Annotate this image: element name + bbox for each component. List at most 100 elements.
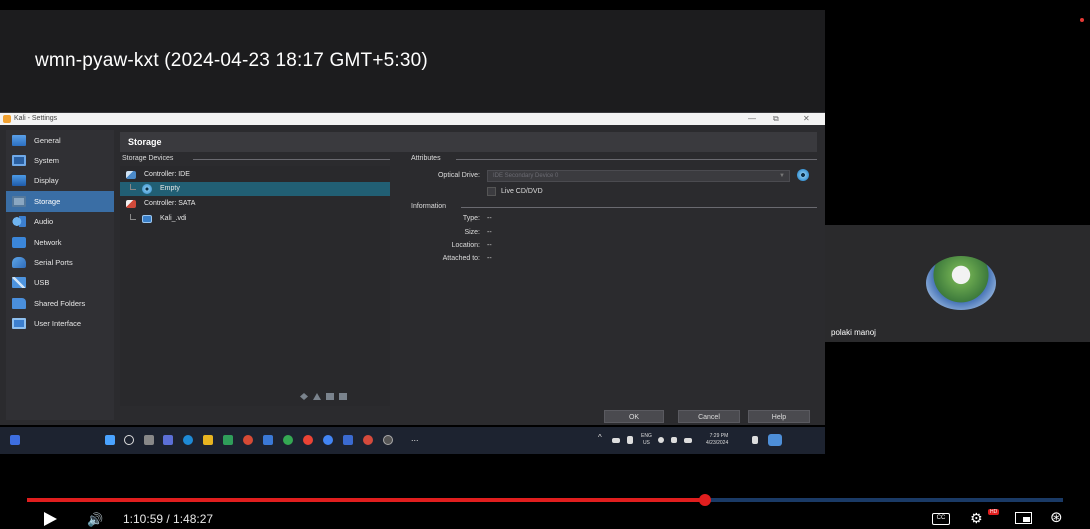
chrome-icon[interactable] <box>303 435 313 445</box>
play-icon[interactable] <box>44 512 57 526</box>
add-attachment-icon[interactable] <box>300 393 308 400</box>
window-titlebar: Kali - Settings — ⧉ ✕ <box>0 113 825 125</box>
hd-badge: HD <box>988 509 1000 515</box>
tree-row-controller-ide[interactable]: Controller: IDE <box>120 168 390 182</box>
battery-icon[interactable] <box>684 438 692 443</box>
progress-bar[interactable] <box>27 494 1063 506</box>
app-icon[interactable] <box>363 435 373 445</box>
captions-button[interactable]: CC <box>932 513 950 525</box>
info-location-label: Location: <box>451 242 480 249</box>
remove-controller-icon[interactable] <box>339 393 347 400</box>
virtualbox-icon[interactable] <box>383 435 393 445</box>
tree-row-empty-drive[interactable]: Empty <box>120 182 390 196</box>
info-size-label: Size: <box>464 229 480 236</box>
sidebar-item-user-interface[interactable]: User Interface <box>6 314 114 334</box>
chrome-icon[interactable] <box>323 435 333 445</box>
settings-icon[interactable]: ⚙ <box>970 510 983 527</box>
tree-branch-line <box>130 184 136 190</box>
tree-row-kali-vdi[interactable]: Kali_.vdi <box>120 212 390 226</box>
sidebar-item-storage[interactable]: Storage <box>6 191 114 212</box>
minimize-icon[interactable]: — <box>748 113 756 125</box>
shared-folders-icon <box>12 297 26 309</box>
sidebar-item-general[interactable]: General <box>6 130 114 150</box>
volume-icon[interactable]: 🔊 <box>87 512 103 528</box>
info-size-value: -- <box>487 229 492 236</box>
app-icon[interactable] <box>343 435 353 445</box>
chrome-icon[interactable] <box>283 435 293 445</box>
task-view-icon[interactable] <box>144 435 154 445</box>
optical-drive-select[interactable]: IDE Secondary Device 0 ▼ <box>487 170 790 182</box>
sidebar-item-label: General <box>34 135 61 145</box>
participant-name: polaki manoj <box>831 328 876 337</box>
tree-row-label: Controller: SATA <box>144 200 196 207</box>
restore-icon[interactable]: ⧉ <box>773 113 779 125</box>
chevron-up-icon[interactable]: ^ <box>598 434 602 442</box>
file-explorer-icon[interactable] <box>203 435 213 445</box>
exit-fullscreen-icon[interactable]: ⊛ <box>1050 508 1063 526</box>
info-attached-label: Attached to: <box>442 255 480 262</box>
microphone-icon[interactable] <box>627 436 633 444</box>
tree-branch-line <box>130 214 136 220</box>
sidebar-item-usb[interactable]: USB <box>6 273 114 293</box>
app-icon[interactable] <box>243 435 253 445</box>
optical-drive-label: Optical Drive: <box>437 172 480 179</box>
ok-button[interactable]: OK <box>604 410 664 423</box>
speaker-icon[interactable] <box>671 437 677 443</box>
storage-icon <box>12 195 26 207</box>
copilot-icon[interactable] <box>768 434 782 446</box>
teams-icon[interactable] <box>163 435 173 445</box>
tree-row-controller-sata[interactable]: Controller: SATA <box>120 197 390 211</box>
cancel-button[interactable]: Cancel <box>678 410 740 423</box>
language-region: US <box>642 440 650 446</box>
display-icon <box>12 175 26 187</box>
language-indicator[interactable]: ENG US <box>641 433 652 447</box>
scrubber-handle[interactable] <box>699 494 712 506</box>
remove-attachment-icon[interactable] <box>313 393 321 400</box>
choose-disk-icon[interactable] <box>797 169 809 181</box>
sidebar-item-label: User Interface <box>34 319 82 329</box>
optical-disc-icon <box>142 184 152 194</box>
window-title: Kali - Settings <box>14 115 58 122</box>
close-icon[interactable]: ✕ <box>803 113 810 125</box>
sidebar-item-system[interactable]: System <box>6 150 114 170</box>
live-cd-checkbox[interactable] <box>487 187 496 196</box>
start-icon[interactable] <box>105 435 115 445</box>
sidebar-item-shared-folders[interactable]: Shared Folders <box>6 293 114 313</box>
widgets-icon[interactable] <box>10 435 20 445</box>
search-icon[interactable] <box>124 435 134 445</box>
info-attached-value: -- <box>487 255 492 262</box>
meeting-title-area: wmn-pyaw-kxt (2024-04-23 18:17 GMT+5:30) <box>0 10 825 112</box>
sidebar-item-audio[interactable]: Audio <box>6 212 114 232</box>
video-player-stage: wmn-pyaw-kxt (2024-04-23 18:17 GMT+5:30)… <box>0 0 1090 529</box>
notification-icon[interactable] <box>752 436 758 444</box>
sidebar-item-serial-ports[interactable]: Serial Ports <box>6 252 114 272</box>
avatar <box>926 256 996 310</box>
sidebar-item-display[interactable]: Display <box>6 171 114 191</box>
clock-date: 4/23/2024 <box>706 440 729 446</box>
language-code: ENG <box>641 433 652 439</box>
edge-icon[interactable] <box>183 435 193 445</box>
cloud-icon[interactable] <box>612 438 620 443</box>
system-icon <box>12 155 26 167</box>
store-icon[interactable] <box>223 435 233 445</box>
sidebar-item-label: USB <box>34 278 50 288</box>
add-controller-icon[interactable] <box>326 393 334 400</box>
hard-disk-icon <box>142 215 152 223</box>
app-icon[interactable] <box>263 435 273 445</box>
overflow-icon[interactable]: ... <box>411 434 419 443</box>
tree-row-label: Kali_.vdi <box>160 215 187 222</box>
miniplayer-icon[interactable] <box>1015 512 1032 524</box>
wifi-icon[interactable] <box>658 437 664 443</box>
info-type-value: -- <box>487 215 492 222</box>
sata-controller-icon <box>126 200 136 208</box>
group-divider <box>456 159 817 160</box>
sidebar-item-label: Shared Folders <box>34 298 86 308</box>
attributes-label: Attributes <box>411 155 441 162</box>
help-button[interactable]: Help <box>748 410 810 423</box>
sidebar-item-network[interactable]: Network <box>6 232 114 252</box>
information-label: Information <box>411 203 447 210</box>
clock[interactable]: 7:29 PM 4/23/2024 <box>706 433 728 447</box>
storage-devices-label: Storage Devices <box>122 155 174 162</box>
tree-row-label: Empty <box>160 185 180 192</box>
sidebar-item-label: Display <box>34 176 59 186</box>
